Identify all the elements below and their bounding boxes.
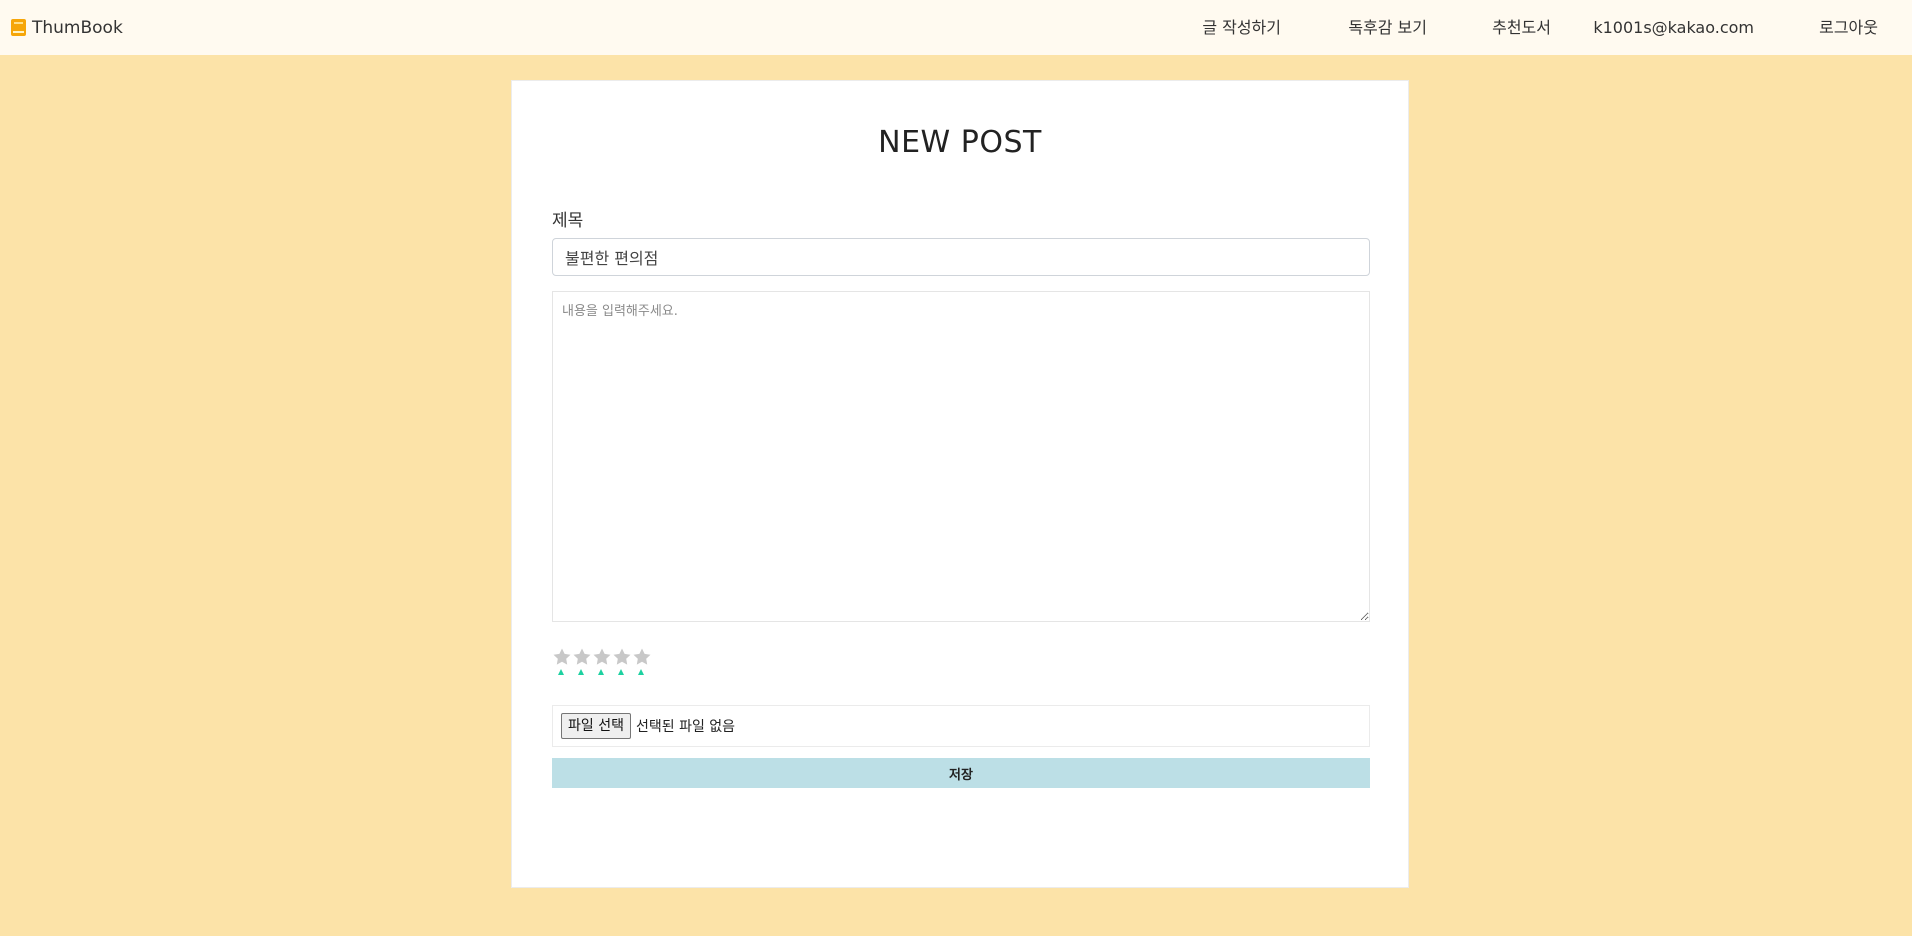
choose-file-button[interactable]: 파일 선택 xyxy=(561,713,631,739)
rating-star-5[interactable] xyxy=(632,647,652,677)
rating-star-3[interactable] xyxy=(592,647,612,677)
rating-star-1[interactable] xyxy=(552,647,572,677)
rating-star-4[interactable] xyxy=(612,647,632,677)
rating-star-2[interactable] xyxy=(572,647,592,677)
star-icon xyxy=(633,648,651,665)
star-icon xyxy=(613,648,631,665)
nav-view-reviews[interactable]: 독후감 보기 xyxy=(1348,0,1427,55)
nav-write-post[interactable]: 글 작성하기 xyxy=(1202,0,1281,55)
star-marker xyxy=(578,669,584,675)
star-marker xyxy=(598,669,604,675)
save-button[interactable]: 저장 xyxy=(552,758,1370,788)
brand-name: ThumBook xyxy=(32,17,123,38)
star-icon xyxy=(573,648,591,665)
brand-link[interactable]: ThumBook xyxy=(11,0,123,55)
navbar: ThumBook 글 작성하기 독후감 보기 추천도서 k1001s@kakao… xyxy=(0,0,1912,55)
star-rating xyxy=(552,647,652,677)
nav-logout[interactable]: 로그아웃 xyxy=(1819,0,1878,55)
file-upload: 파일 선택 선택된 파일 없음 xyxy=(552,705,1370,747)
new-post-card: NEW POST 제목 파일 선택 선택된 파일 없음 저장 xyxy=(511,80,1409,888)
file-status: 선택된 파일 없음 xyxy=(635,719,736,735)
nav-recommended-books[interactable]: 추천도서 xyxy=(1492,0,1551,55)
star-marker xyxy=(638,669,644,675)
page-title: NEW POST xyxy=(878,125,1042,160)
book-icon xyxy=(11,19,26,36)
content-textarea[interactable] xyxy=(552,291,1370,622)
star-marker xyxy=(618,669,624,675)
star-marker xyxy=(558,669,564,675)
star-icon xyxy=(553,648,571,665)
star-icon xyxy=(593,648,611,665)
title-label: 제목 xyxy=(552,211,584,231)
title-input[interactable] xyxy=(552,238,1370,276)
nav-user-email[interactable]: k1001s@kakao.com xyxy=(1593,0,1754,55)
